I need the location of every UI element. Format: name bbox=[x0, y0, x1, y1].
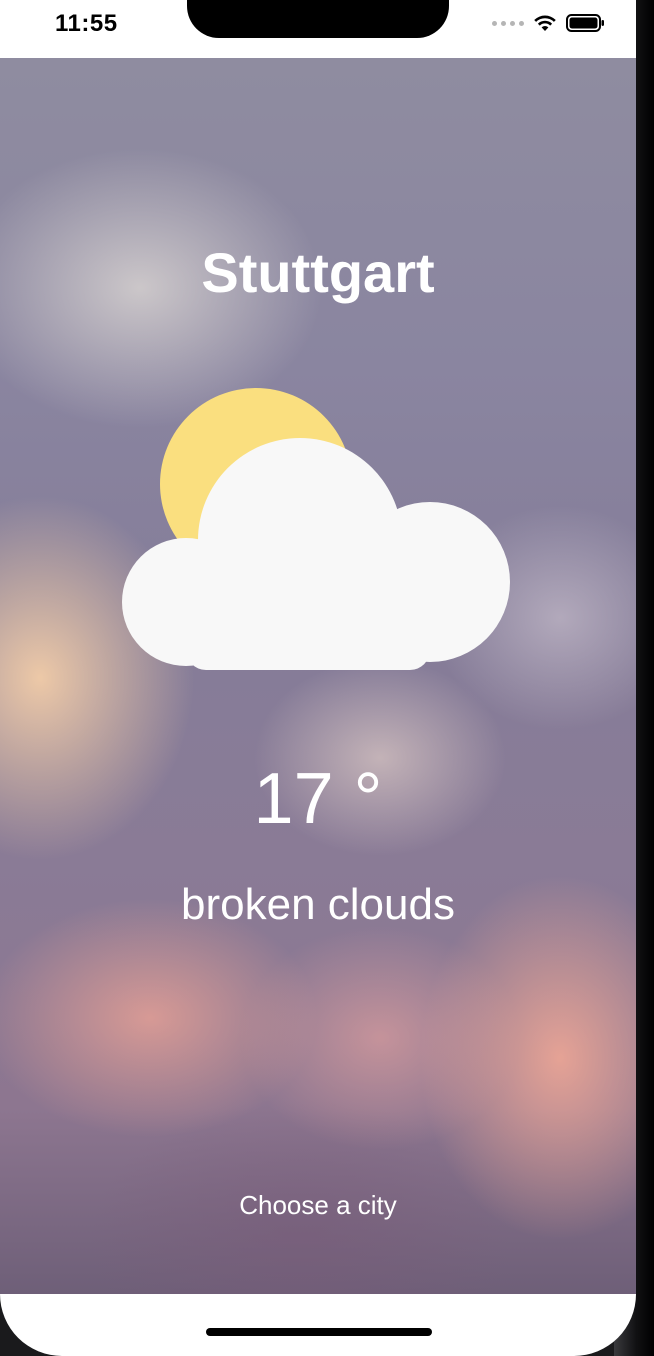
battery-icon bbox=[566, 14, 604, 32]
screen: 11:55 Stuttgart 17 ° broken clouds Choos… bbox=[0, 0, 636, 1356]
partly-cloudy-icon bbox=[122, 388, 510, 670]
weather-description: broken clouds bbox=[181, 880, 455, 929]
status-bar: 11:55 bbox=[0, 0, 636, 58]
sky-wallpaper: Stuttgart 17 ° broken clouds Choose a ci… bbox=[0, 58, 636, 1294]
status-time: 11:55 bbox=[55, 10, 118, 37]
home-indicator[interactable] bbox=[206, 1328, 432, 1336]
wifi-icon bbox=[534, 15, 556, 31]
temperature-value: 17 ° bbox=[253, 759, 383, 839]
status-icons bbox=[492, 13, 606, 33]
choose-city-button[interactable]: Choose a city bbox=[0, 1190, 636, 1221]
notch bbox=[187, 0, 449, 38]
signal-dots-icon bbox=[492, 20, 524, 26]
city-name: Stuttgart bbox=[201, 241, 435, 304]
phone-device: 11:55 Stuttgart 17 ° broken clouds Choos… bbox=[0, 0, 654, 1356]
